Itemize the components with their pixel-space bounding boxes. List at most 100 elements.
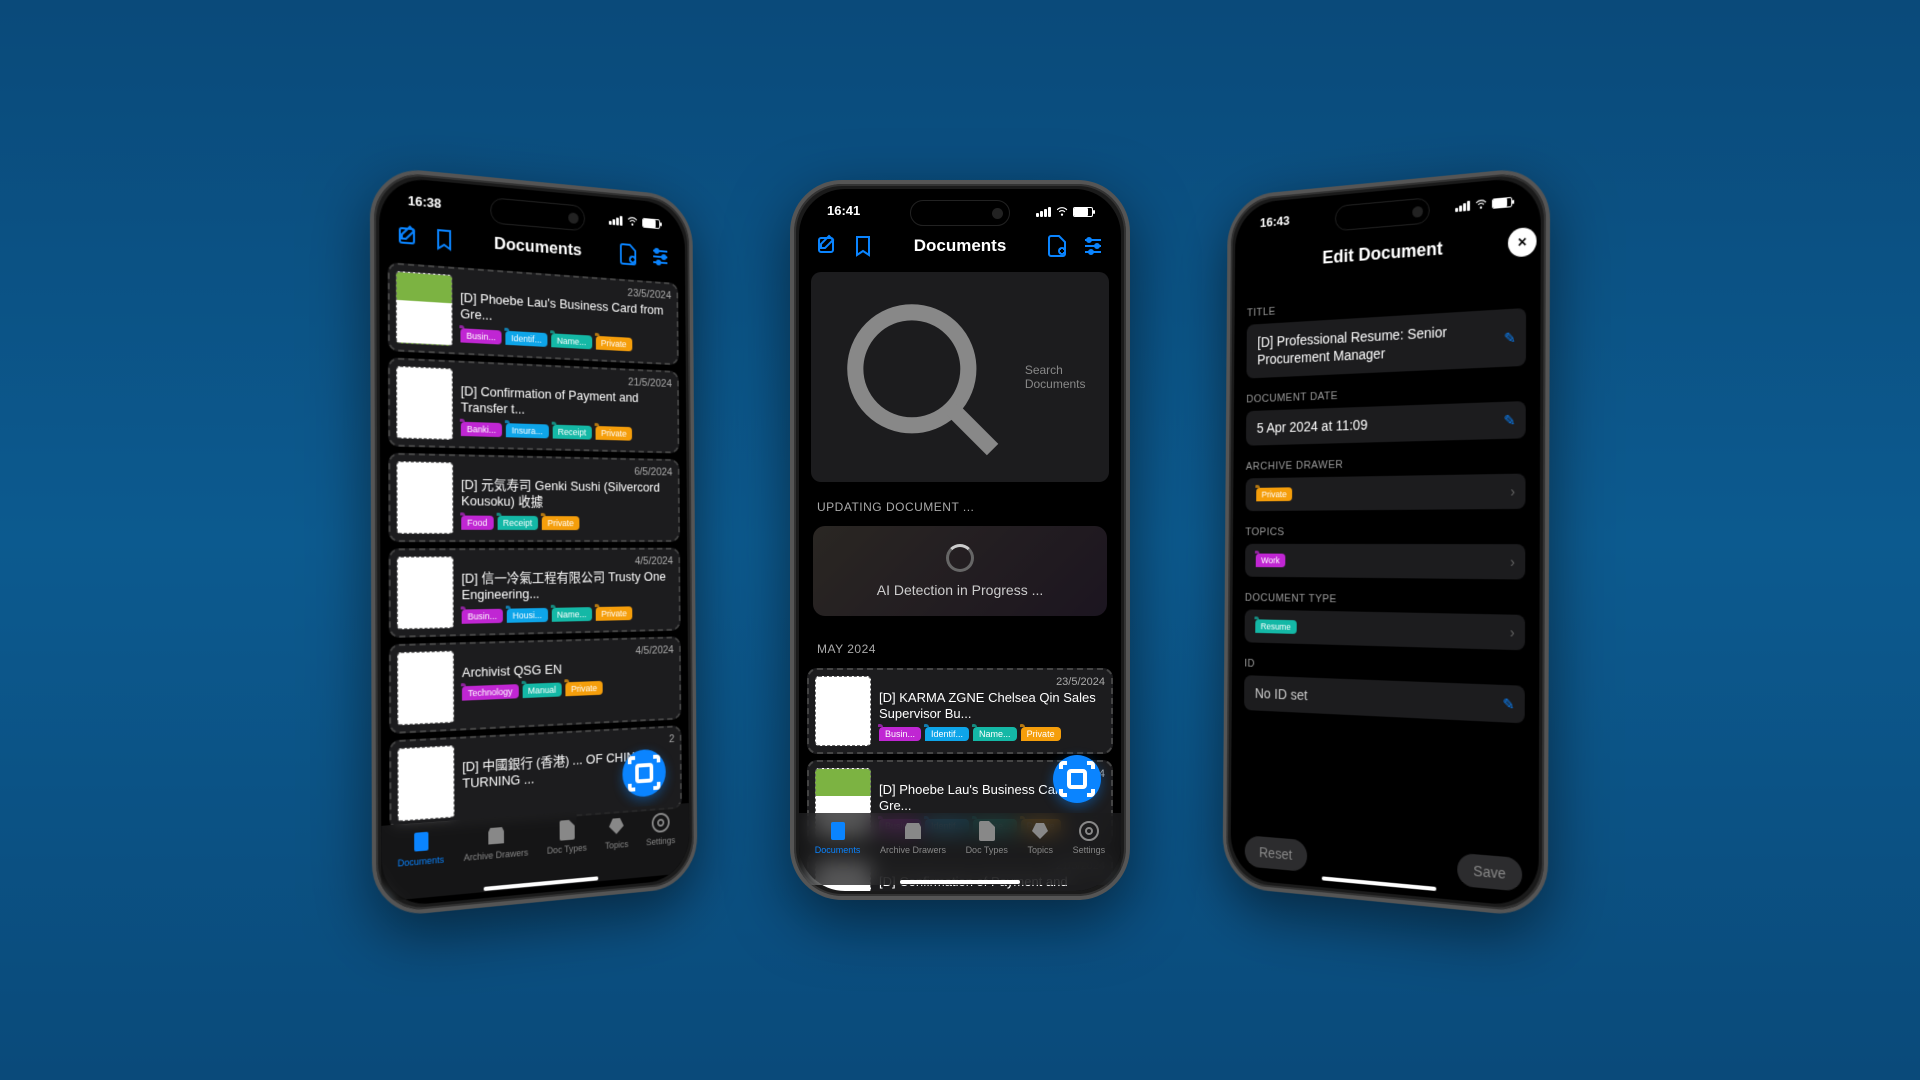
tab-archive-drawers[interactable]: Archive Drawers	[880, 819, 946, 885]
signal-icon	[1036, 207, 1051, 217]
add-doc-icon[interactable]	[1045, 234, 1069, 258]
edit-icon: ✎	[1504, 412, 1516, 430]
bookmark-icon[interactable]	[851, 234, 875, 258]
tab-icon	[606, 814, 628, 839]
document-card[interactable]: 23/5/2024[D] Phoebe Lau's Business Card …	[388, 262, 679, 365]
topics-label: TOPICS	[1245, 526, 1525, 539]
tag: Name...	[551, 607, 592, 622]
scan-fab[interactable]	[622, 748, 666, 798]
drawer-tag: Private	[1256, 488, 1292, 502]
tag: Housi...	[507, 607, 548, 622]
scan-fab[interactable]	[1053, 755, 1101, 803]
tab-topics[interactable]: Topics	[605, 813, 629, 880]
tag: Identif...	[505, 330, 547, 346]
date-value: 5 Apr 2024 at 11:09	[1257, 417, 1368, 436]
bookmark-icon[interactable]	[432, 227, 456, 253]
battery-icon	[642, 217, 660, 228]
tab-label: Archive Drawers	[880, 845, 946, 855]
doc-thumbnail	[396, 366, 453, 440]
compose-icon[interactable]	[396, 224, 420, 251]
doc-thumbnail	[396, 271, 453, 346]
tab-icon	[975, 819, 999, 843]
tag-row: Busin...Identif...Name...Private	[879, 727, 1105, 741]
tab-icon	[826, 819, 850, 843]
doc-list[interactable]: 23/5/2024[D] Phoebe Lau's Business Card …	[379, 255, 689, 831]
topics-field[interactable]: Work ›	[1245, 544, 1525, 580]
id-value: No ID set	[1255, 686, 1308, 704]
page-title: Edit Document	[1322, 238, 1443, 268]
tag: Banki...	[461, 421, 502, 436]
reset-button[interactable]: Reset	[1245, 835, 1307, 872]
ai-status-text: AI Detection in Progress ...	[831, 582, 1089, 598]
tag: Technology	[462, 684, 518, 701]
document-card[interactable]: 21/5/2024[D] Confirmation of Payment and…	[388, 357, 679, 453]
tab-label: Settings	[646, 835, 675, 847]
doc-title: [D] KARMA ZGNE Chelsea Qin Sales Supervi…	[879, 690, 1105, 723]
ai-detection-card: AI Detection in Progress ...	[813, 526, 1107, 616]
tab-icon	[1077, 819, 1101, 843]
tab-label: Documents	[398, 854, 444, 868]
wifi-icon	[626, 213, 639, 231]
tag: Private	[596, 425, 633, 440]
search-placeholder: Search Documents	[1025, 363, 1097, 391]
battery-icon	[1073, 207, 1093, 217]
edit-icon: ✎	[1502, 695, 1514, 713]
tab-doc-types[interactable]: Doc Types	[966, 819, 1008, 885]
signal-icon	[609, 214, 623, 225]
search-icon	[823, 280, 1017, 474]
search-input[interactable]: Search Documents	[811, 272, 1109, 482]
compose-icon[interactable]	[815, 234, 839, 258]
filter-icon[interactable]	[1081, 234, 1105, 258]
title-field[interactable]: [D] Professional Resume: Senior Procurem…	[1246, 308, 1526, 379]
save-button[interactable]: Save	[1457, 853, 1522, 892]
tag: Private	[1021, 727, 1061, 741]
tag-row: FoodReceiptPrivate	[461, 515, 673, 530]
tab-documents[interactable]: Documents	[815, 819, 861, 885]
document-card[interactable]: 6/5/2024[D] 元気寿司 Genki Sushi (Silvercord…	[388, 453, 680, 542]
document-card[interactable]: 4/5/2024Archivist QSG ENTechnologyManual…	[389, 636, 681, 734]
doc-title: [D] Confirmation of Payment and Transfer…	[461, 383, 672, 423]
tab-label: Topics	[1028, 845, 1054, 855]
document-card[interactable]: 23/5/2024[D] KARMA ZGNE Chelsea Qin Sale…	[807, 668, 1113, 754]
close-button[interactable]: ✕	[1508, 227, 1537, 258]
chevron-right-icon: ›	[1510, 624, 1515, 641]
doctype-field[interactable]: Resume ›	[1245, 610, 1526, 651]
tag: Private	[565, 681, 602, 696]
doc-date: 4/5/2024	[461, 555, 673, 568]
phone-3: 16:43 Edit Document ✕ TITLE [D] Professi…	[1222, 166, 1550, 919]
tab-label: Doc Types	[966, 845, 1008, 855]
tab-icon	[556, 817, 579, 843]
phone-2: 16:41 Documents Search Documents UPDATIN…	[790, 180, 1130, 900]
time: 16:41	[827, 203, 860, 220]
tab-label: Doc Types	[547, 842, 587, 855]
month-header: MAY 2024	[805, 630, 1115, 662]
tab-icon	[650, 810, 672, 835]
wifi-icon	[1055, 203, 1069, 220]
tab-icon	[901, 819, 925, 843]
tab-label: Archive Drawers	[464, 847, 529, 863]
time: 16:38	[408, 193, 442, 213]
filter-icon[interactable]	[650, 245, 671, 270]
tab-settings[interactable]: Settings	[646, 810, 676, 877]
tab-icon	[1028, 819, 1052, 843]
document-card[interactable]: 4/5/2024[D] 信一冷氣工程有限公司 Trusty One Engine…	[389, 548, 681, 638]
chevron-right-icon: ›	[1510, 483, 1515, 500]
edit-icon: ✎	[1504, 329, 1516, 347]
tab-doc-types[interactable]: Doc Types	[547, 817, 587, 886]
signal-icon	[1455, 200, 1470, 211]
chevron-right-icon: ›	[1510, 554, 1515, 571]
add-doc-icon[interactable]	[617, 242, 639, 267]
tab-label: Documents	[815, 845, 861, 855]
tab-documents[interactable]: Documents	[398, 827, 445, 900]
doc-date: 6/5/2024	[461, 462, 673, 478]
drawer-field[interactable]: Private ›	[1246, 474, 1526, 512]
date-field[interactable]: 5 Apr 2024 at 11:09 ✎	[1246, 401, 1526, 446]
doc-thumbnail	[397, 745, 454, 821]
tab-topics[interactable]: Topics	[1028, 819, 1054, 885]
doctype-label: DOCUMENT TYPE	[1245, 592, 1525, 609]
tag: Private	[596, 606, 633, 620]
tag: Private	[542, 516, 580, 530]
tab-settings[interactable]: Settings	[1073, 819, 1106, 885]
home-indicator[interactable]	[900, 880, 1020, 884]
id-field[interactable]: No ID set ✎	[1244, 675, 1525, 723]
